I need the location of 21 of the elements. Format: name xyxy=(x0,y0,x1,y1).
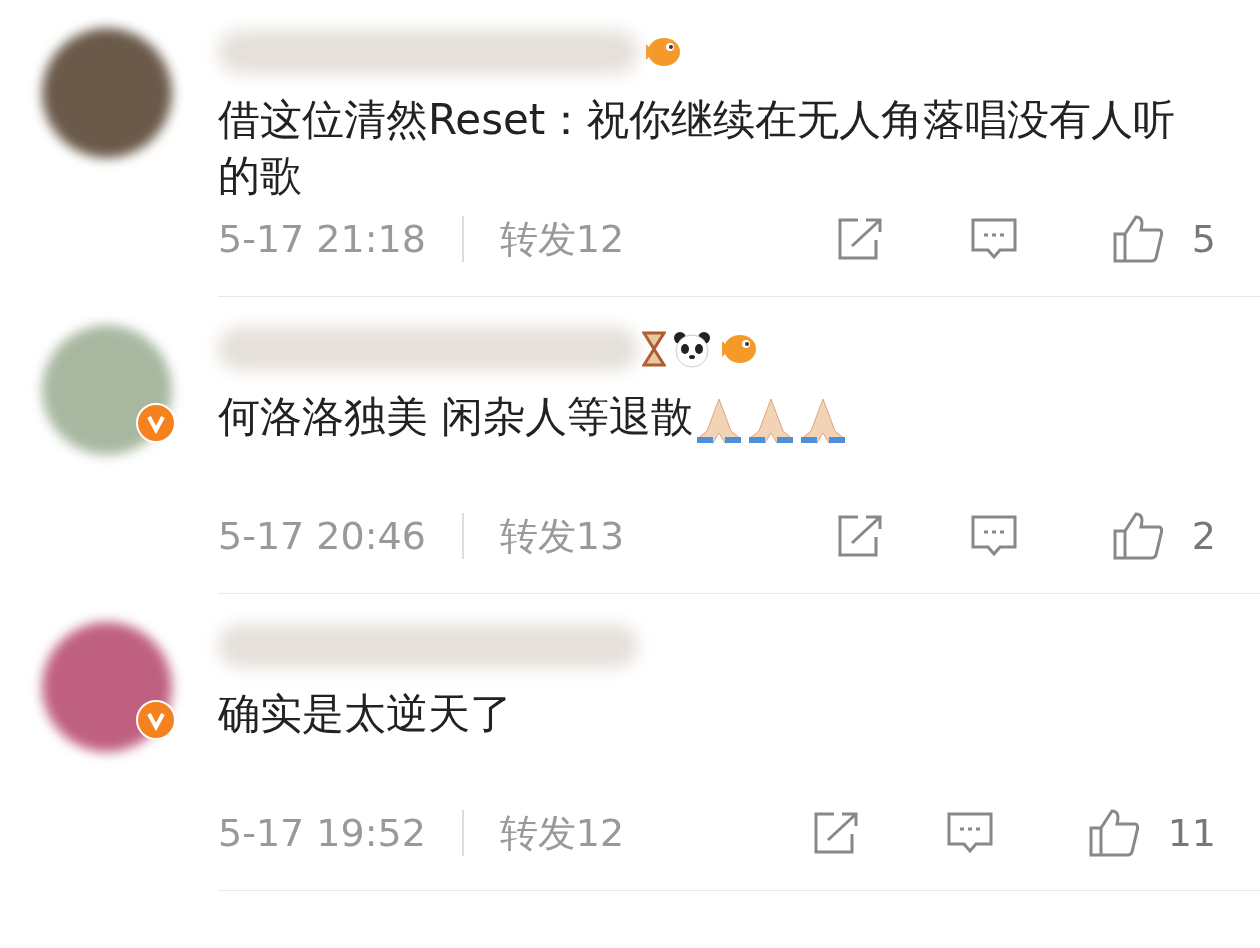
hourglass-icon xyxy=(642,329,666,369)
timestamp: 5-17 19:52 xyxy=(218,809,426,857)
timestamp: 5-17 21:18 xyxy=(218,215,426,263)
like-count: 2 xyxy=(1191,512,1216,560)
like-count: 5 xyxy=(1191,215,1216,263)
comment-icon[interactable] xyxy=(969,217,1018,261)
avatar[interactable] xyxy=(42,622,172,752)
comment-text: 借这位清然Reset：祝你继续在无人角落唱没有人听的歌 xyxy=(218,94,1177,202)
repost-count[interactable]: 转发12 xyxy=(499,804,625,862)
repost-count[interactable]: 转发13 xyxy=(499,507,625,565)
comment-icon[interactable] xyxy=(969,514,1018,558)
comment-text: 确实是太逆天了 xyxy=(218,688,512,740)
like-icon[interactable] xyxy=(1087,808,1140,858)
timestamp: 5-17 20:46 xyxy=(218,512,426,560)
comment-text: 何洛洛独美 闲杂人等退散 xyxy=(218,391,694,443)
like-icon[interactable] xyxy=(1111,511,1164,561)
repost-count[interactable]: 转发12 xyxy=(499,210,625,268)
comment-icon[interactable] xyxy=(945,811,994,855)
avatar[interactable] xyxy=(42,28,172,158)
like-count: 11 xyxy=(1167,809,1216,857)
like-icon[interactable] xyxy=(1111,214,1164,264)
